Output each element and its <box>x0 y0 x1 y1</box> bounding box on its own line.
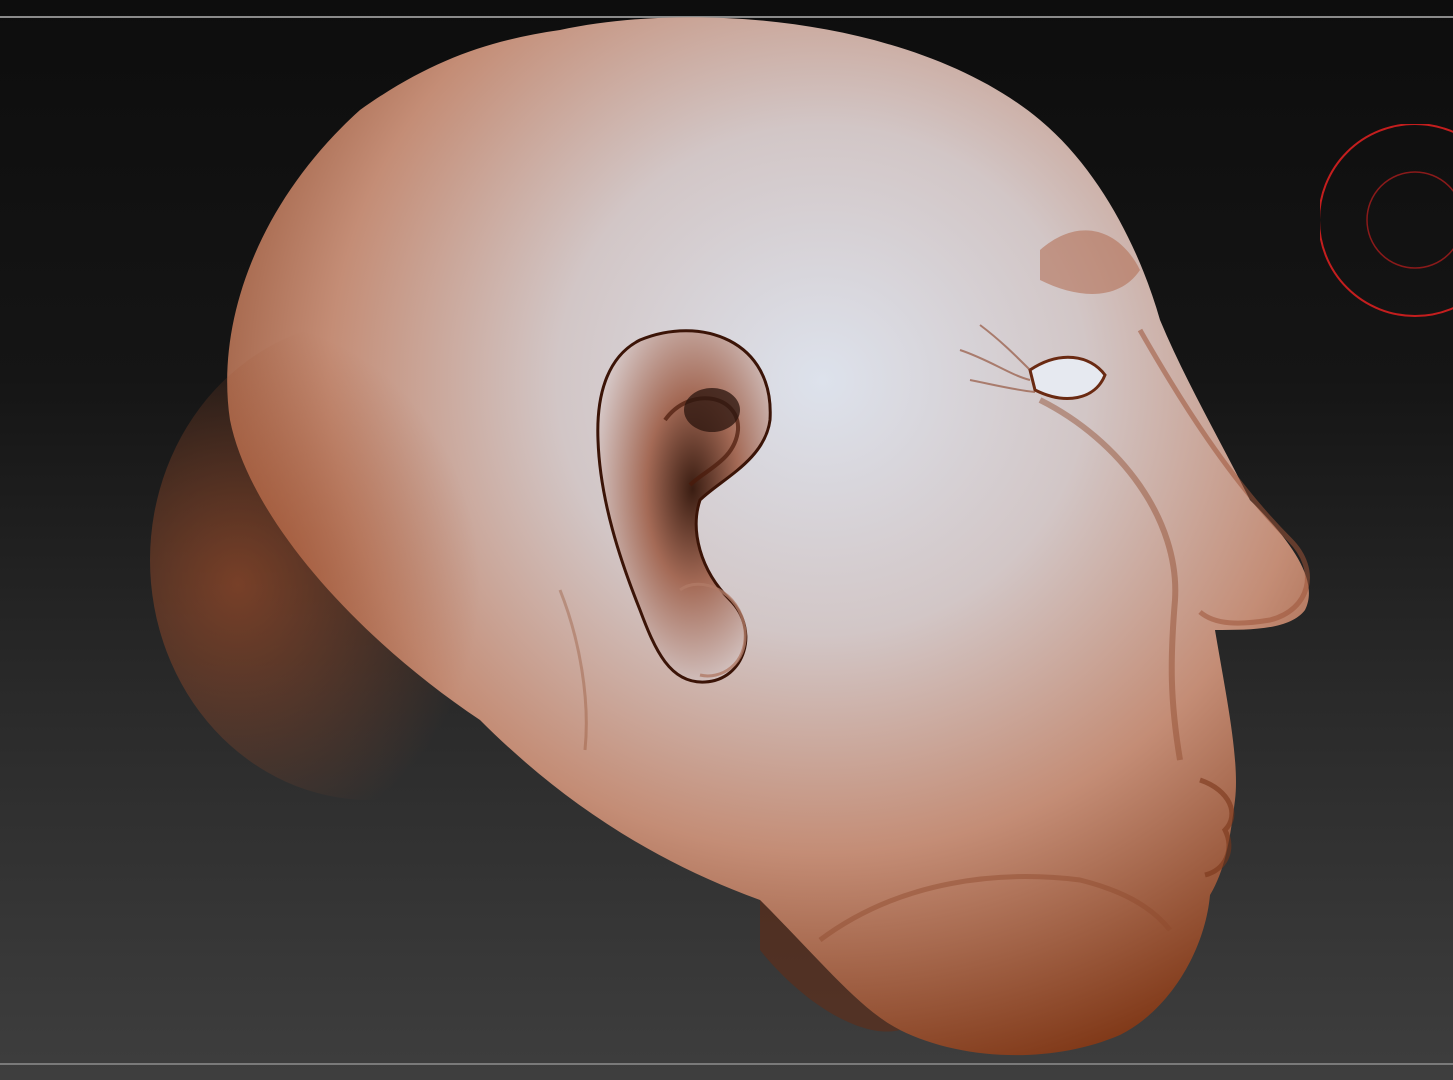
eye <box>1028 355 1107 400</box>
zbrush-canvas-viewport[interactable] <box>0 0 1453 1080</box>
sculpted-head-model[interactable] <box>0 0 1453 1080</box>
ear-canal <box>684 388 740 432</box>
viewport-bottom-border <box>0 1063 1453 1065</box>
